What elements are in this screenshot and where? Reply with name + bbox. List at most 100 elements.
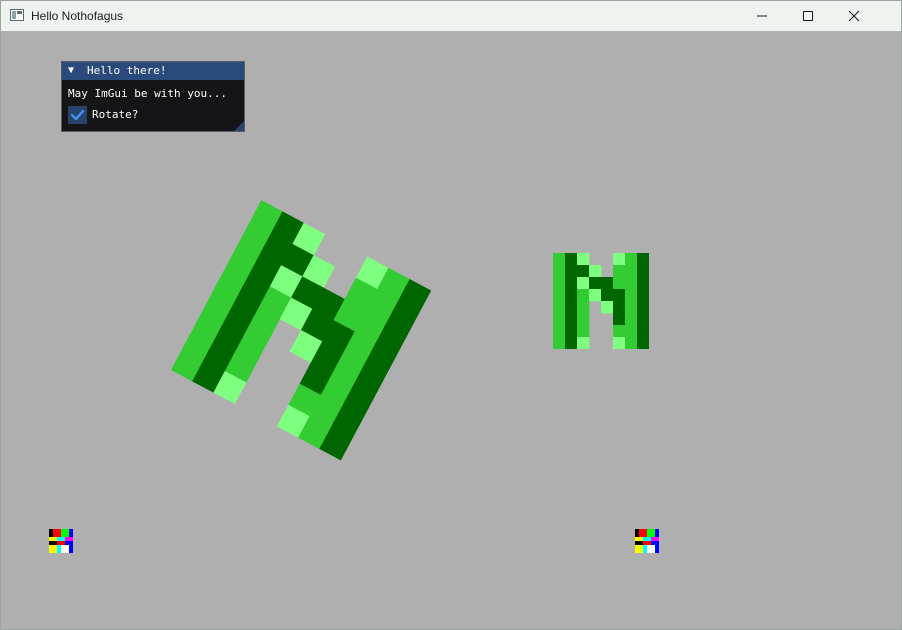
static-logo-pixel: [637, 313, 649, 326]
static-logo-pixel: [613, 253, 626, 266]
texture-pixel: [655, 541, 659, 545]
static-logo-pixel: [577, 337, 590, 349]
texture-pixel: [65, 529, 69, 533]
static-logo-pixel: [637, 337, 649, 349]
texture-pixel: [69, 533, 73, 537]
texture-pixel: [643, 545, 647, 549]
texture-pixel: [57, 549, 61, 553]
texture-pixel: [49, 537, 53, 541]
static-logo-pixel: [553, 253, 566, 266]
static-logo-pixel: [589, 277, 602, 290]
rotate-checkbox[interactable]: [68, 106, 87, 124]
title-bar[interactable]: Hello Nothofagus: [1, 1, 901, 31]
minimize-button[interactable]: [739, 1, 785, 31]
texture-pixel: [57, 529, 61, 533]
static-logo-pixel: [613, 265, 626, 278]
texture-pixel: [53, 549, 57, 553]
static-logo-pixel: [625, 253, 638, 266]
static-logo-pixel: [577, 313, 590, 326]
static-logo-pixel: [553, 277, 566, 290]
static-logo-pixel: [613, 325, 626, 338]
static-logo-pixel: [613, 289, 626, 302]
static-logo-pixel: [625, 265, 638, 278]
texture-pixel: [655, 545, 659, 549]
static-logo-pixel: [553, 301, 566, 314]
static-logo-pixel: [637, 325, 649, 338]
maximize-button[interactable]: [785, 1, 831, 31]
texture-pixel: [61, 529, 65, 533]
texture-pixel: [69, 529, 73, 533]
static-logo-pixel: [553, 325, 566, 338]
static-logo-pixel: [589, 289, 602, 302]
static-logo-pixel: [565, 289, 578, 302]
static-logo-pixel: [577, 289, 590, 302]
texture-pixel: [53, 545, 57, 549]
imgui-title-bar[interactable]: ▼ Hello there!: [62, 62, 244, 80]
texture-pixel: [61, 541, 65, 545]
static-logo: [553, 253, 649, 349]
static-logo-pixel: [577, 265, 590, 278]
maximize-icon: [803, 11, 813, 21]
texture-pixel: [655, 533, 659, 537]
static-logo-pixel: [625, 337, 638, 349]
texture-pixel: [647, 549, 651, 553]
texture-pixel: [65, 537, 69, 541]
texture-pixel: [61, 549, 65, 553]
texture-pixel: [651, 541, 655, 545]
imgui-title: Hello there!: [87, 64, 167, 77]
static-logo-pixel: [577, 253, 590, 266]
texture-pixel: [49, 545, 53, 549]
texture-pixel: [57, 533, 61, 537]
texture-pixel: [639, 529, 643, 533]
texture-pixel: [651, 529, 655, 533]
static-logo-pixel: [625, 301, 638, 314]
texture-pixel: [655, 549, 659, 553]
color-test-texture-icon: [49, 529, 73, 553]
static-logo-pixel: [577, 325, 590, 338]
texture-pixel: [639, 533, 643, 537]
texture-pixel: [65, 541, 69, 545]
static-logo-pixel: [625, 313, 638, 326]
static-logo-pixel: [613, 301, 626, 314]
texture-pixel: [635, 533, 639, 537]
resize-grip[interactable]: [234, 121, 244, 131]
rotate-checkbox-label[interactable]: Rotate?: [92, 108, 138, 122]
static-logo-pixel: [577, 277, 590, 290]
texture-pixel: [639, 545, 643, 549]
texture-pixel: [647, 545, 651, 549]
texture-pixel: [643, 529, 647, 533]
close-icon: [848, 10, 860, 22]
texture-pixel: [651, 545, 655, 549]
texture-pixel: [651, 533, 655, 537]
texture-pixel: [643, 549, 647, 553]
static-logo-pixel: [589, 265, 602, 278]
collapse-arrow-icon[interactable]: ▼: [68, 64, 74, 78]
texture-pixel: [61, 533, 65, 537]
texture-pixel: [635, 537, 639, 541]
texture-pixel: [635, 541, 639, 545]
close-button[interactable]: [831, 1, 877, 31]
texture-pixel: [635, 545, 639, 549]
static-logo-pixel: [565, 313, 578, 326]
static-logo-pixel: [553, 289, 566, 302]
texture-pixel: [53, 533, 57, 537]
minimize-icon: [757, 15, 767, 17]
static-logo-pixel: [637, 289, 649, 302]
static-logo-pixel: [637, 265, 649, 278]
color-test-texture-icon: [635, 529, 659, 553]
static-logo-pixel: [553, 337, 566, 349]
static-logo-pixel: [613, 277, 626, 290]
texture-pixel: [655, 529, 659, 533]
static-logo-pixel: [637, 301, 649, 314]
static-logo-pixel: [625, 277, 638, 290]
texture-pixel: [647, 529, 651, 533]
imgui-window[interactable]: ▼ Hello there! May ImGui be with you... …: [61, 61, 245, 132]
texture-pixel: [643, 537, 647, 541]
texture-pixel: [49, 541, 53, 545]
checkmark-icon: [70, 109, 85, 121]
static-logo-pixel: [637, 253, 649, 266]
texture-pixel: [635, 529, 639, 533]
static-logo-pixel: [613, 313, 626, 326]
texture-pixel: [53, 537, 57, 541]
texture-pixel: [69, 545, 73, 549]
